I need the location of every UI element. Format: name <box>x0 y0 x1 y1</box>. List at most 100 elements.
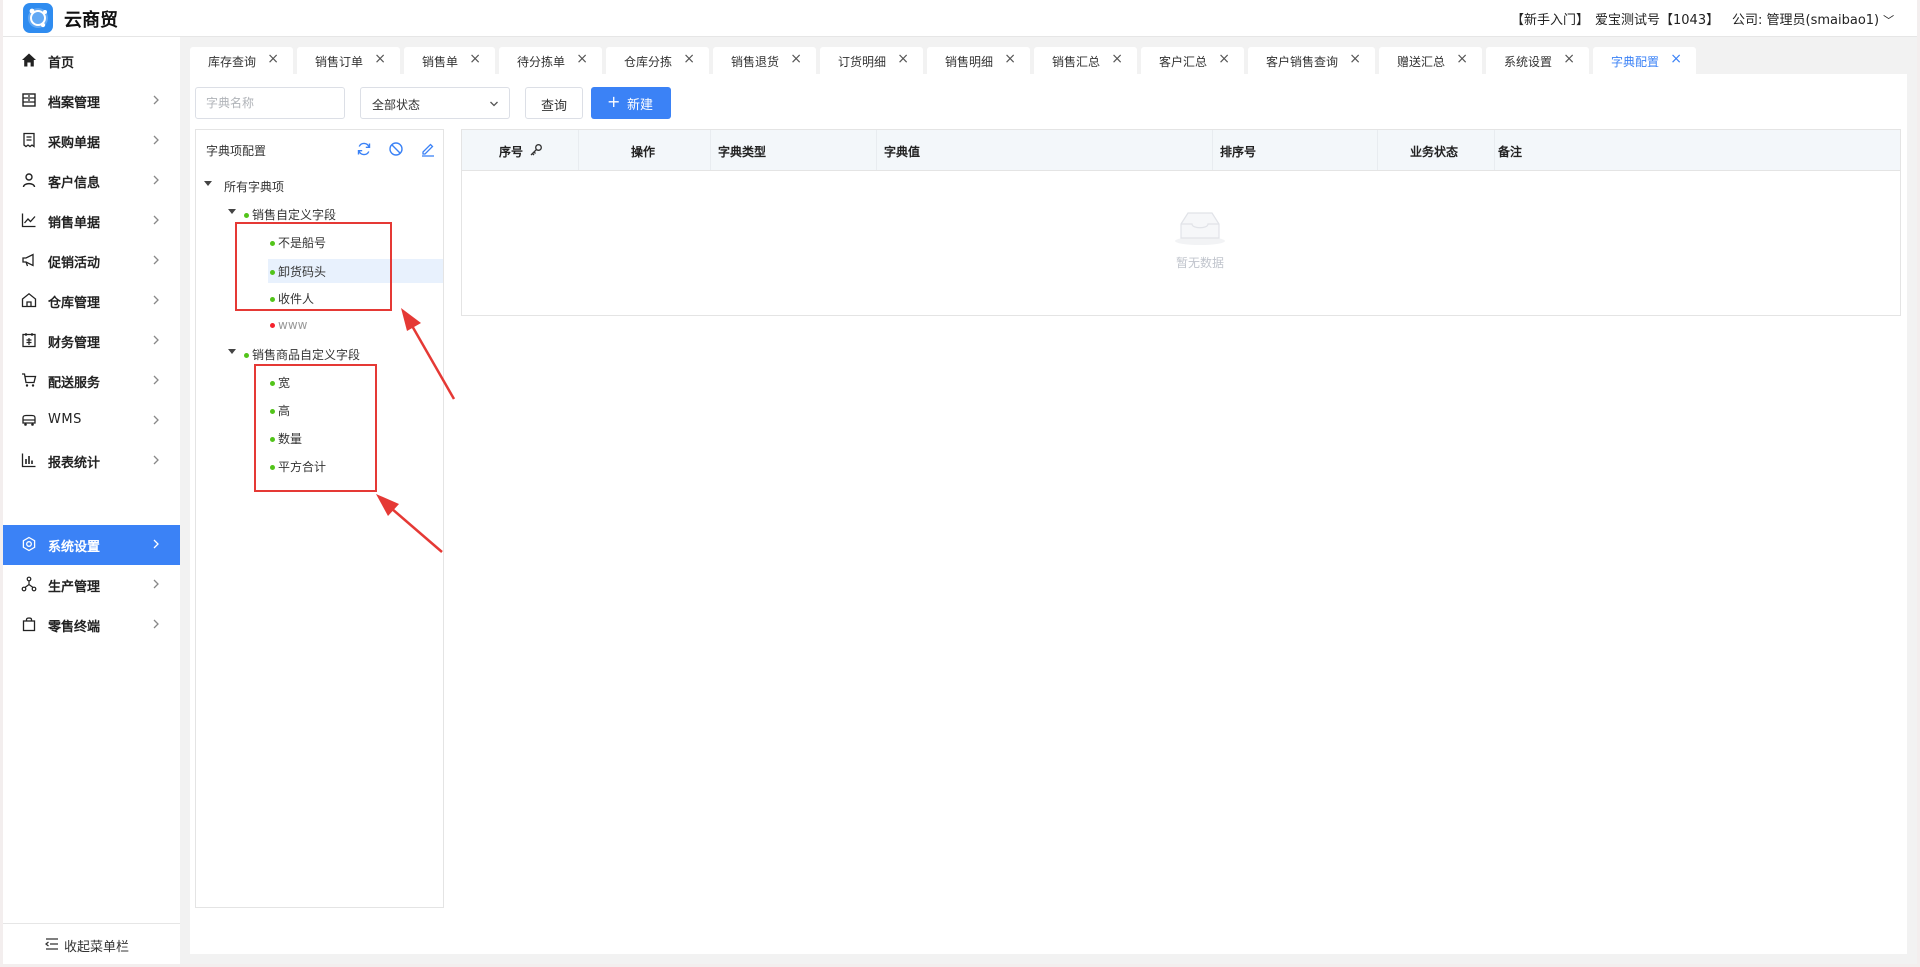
tree-item[interactable]: www <box>270 316 442 336</box>
tab-customer-sales-query[interactable]: 客户销售查询 × <box>1248 47 1375 74</box>
tree-node-label: 高 <box>278 404 291 418</box>
tree-group-sales-custom-fields[interactable]: 销售自定义字段 <box>228 204 428 224</box>
tab-dictionary-config[interactable]: 字典配置 × <box>1593 47 1696 74</box>
company-user-menu[interactable]: 公司: 管理员(smaibao1) ﹀ <box>1732 9 1894 28</box>
tree-node-label: www <box>278 318 308 332</box>
newbie-guide-link[interactable]: 【新手入门】 <box>1511 9 1589 28</box>
status-dot <box>270 465 275 470</box>
status-dot <box>270 437 275 442</box>
close-icon[interactable]: × <box>1456 51 1468 67</box>
tree-root[interactable]: 所有字典项 <box>204 176 404 196</box>
sidebar-item-label: WMS <box>48 412 82 427</box>
tab-label: 客户销售查询 <box>1266 55 1339 69</box>
tree-item[interactable]: 宽 <box>270 372 442 392</box>
tab-label: 待分拣单 <box>517 55 566 69</box>
tree-node-label: 卸货码头 <box>278 265 327 279</box>
tab-gift-summary[interactable]: 赠送汇总 × <box>1379 47 1482 74</box>
sidebar-item-purchase[interactable]: 采购单据 <box>3 121 180 161</box>
close-icon[interactable]: × <box>469 51 481 67</box>
tab-sales-summary[interactable]: 销售汇总 × <box>1034 47 1137 74</box>
close-icon[interactable]: × <box>1111 51 1123 67</box>
tab-system-settings[interactable]: 系统设置 × <box>1486 47 1589 74</box>
close-icon[interactable]: × <box>267 51 279 67</box>
tree-item[interactable]: 收件人 <box>270 288 442 308</box>
status-select-value: 全部状态 <box>372 98 421 112</box>
status-dot <box>270 270 275 275</box>
empty-inbox-icon <box>1175 212 1225 245</box>
network-icon <box>21 576 37 592</box>
sidebar-item-archive[interactable]: 档案管理 <box>3 81 180 121</box>
close-icon[interactable]: × <box>576 51 588 67</box>
sidebar-item-system-settings[interactable]: 系统设置 <box>3 525 180 565</box>
close-icon[interactable]: × <box>1349 51 1361 67</box>
close-icon[interactable]: × <box>374 51 386 67</box>
chevron-right-icon <box>153 579 159 589</box>
status-select[interactable]: 全部状态 <box>360 87 510 119</box>
sidebar-item-production[interactable]: 生产管理 <box>3 565 180 605</box>
query-button[interactable]: 查询 <box>525 87 583 119</box>
column-header: 业务状态 <box>1378 130 1495 170</box>
dictionary-table: 序号 操作 字典类型 字典值 排序号 业务状态 备注 暂无数据 <box>461 129 1901 316</box>
close-icon[interactable]: × <box>897 51 909 67</box>
column-header: 排序号 <box>1213 130 1378 170</box>
tab-warehouse-sorting[interactable]: 仓库分拣 × <box>606 47 709 74</box>
new-button[interactable]: + 新建 <box>591 87 671 119</box>
close-icon[interactable]: × <box>1563 51 1575 67</box>
sidebar-item-label: 客户信息 <box>48 176 101 191</box>
sidebar-item-customer[interactable]: 客户信息 <box>3 161 180 201</box>
bar-chart-icon <box>21 453 36 468</box>
tab-order-detail[interactable]: 订货明细 × <box>820 47 923 74</box>
sidebar-item-label: 采购单据 <box>48 136 101 151</box>
collapse-menu-button[interactable]: 收起菜单栏 <box>3 923 180 964</box>
dictionary-name-input[interactable] <box>195 87 345 119</box>
close-icon[interactable]: × <box>1670 51 1682 67</box>
tab-pending-sorting[interactable]: 待分拣单 × <box>499 47 602 74</box>
tree-item[interactable]: 数量 <box>270 428 442 448</box>
sidebar: 首页 档案管理 采购单据 客户信息 销售单据 促销活动 仓库管理 财务管理 配送… <box>3 37 180 964</box>
sidebar-item-delivery[interactable]: 配送服务 <box>3 361 180 401</box>
user-icon <box>22 173 36 188</box>
tab-label: 客户汇总 <box>1159 55 1208 69</box>
tree-node-label: 数量 <box>278 432 303 446</box>
caret-down-icon <box>228 209 236 214</box>
sidebar-item-home[interactable]: 首页 <box>3 41 180 81</box>
home-icon <box>22 53 36 67</box>
close-icon[interactable]: × <box>790 51 802 67</box>
tab-sales-detail[interactable]: 销售明细 × <box>927 47 1030 74</box>
close-icon[interactable]: × <box>683 51 695 67</box>
sidebar-item-label: 零售终端 <box>48 620 101 635</box>
tree-item[interactable]: 高 <box>270 400 442 420</box>
chevron-right-icon <box>153 375 159 385</box>
close-icon[interactable]: × <box>1004 51 1016 67</box>
tree-item[interactable]: 不是船号 <box>270 232 442 252</box>
column-header: 操作 <box>579 130 711 170</box>
tab-label: 系统设置 <box>1504 55 1553 69</box>
refresh-icon[interactable] <box>356 141 372 157</box>
close-icon[interactable]: × <box>1218 51 1230 67</box>
tree-item[interactable]: 平方合计 <box>270 456 442 476</box>
sidebar-item-retail[interactable]: 零售终端 <box>3 605 180 645</box>
sort-key-icon[interactable] <box>529 143 543 157</box>
chevron-right-icon <box>153 619 159 629</box>
sidebar-item-label: 财务管理 <box>48 336 101 351</box>
disable-icon[interactable] <box>388 141 404 157</box>
tab-sales-order[interactable]: 销售订单 × <box>297 47 400 74</box>
tab-sales-return[interactable]: 销售退货 × <box>713 47 816 74</box>
sidebar-item-reports[interactable]: 报表统计 <box>3 441 180 481</box>
tab-inventory-query[interactable]: 库存查询 × <box>190 47 293 74</box>
tree-group-sales-product-custom-fields[interactable]: 销售商品自定义字段 <box>228 344 438 364</box>
sidebar-item-wms[interactable]: WMS <box>3 401 180 441</box>
tab-customer-summary[interactable]: 客户汇总 × <box>1141 47 1244 74</box>
chevron-right-icon <box>153 215 159 225</box>
column-header-label: 备注 <box>1498 145 1523 159</box>
query-button-label: 查询 <box>541 99 568 114</box>
edit-icon[interactable] <box>420 141 436 157</box>
tab-sales-bill[interactable]: 销售单 × <box>404 47 495 74</box>
tree-item[interactable]: 卸货码头 <box>268 259 443 283</box>
sidebar-item-warehouse[interactable]: 仓库管理 <box>3 281 180 321</box>
sidebar-item-sales[interactable]: 销售单据 <box>3 201 180 241</box>
status-dot <box>244 353 249 358</box>
chevron-right-icon <box>153 175 159 185</box>
sidebar-item-promotion[interactable]: 促销活动 <box>3 241 180 281</box>
sidebar-item-finance[interactable]: 财务管理 <box>3 321 180 361</box>
